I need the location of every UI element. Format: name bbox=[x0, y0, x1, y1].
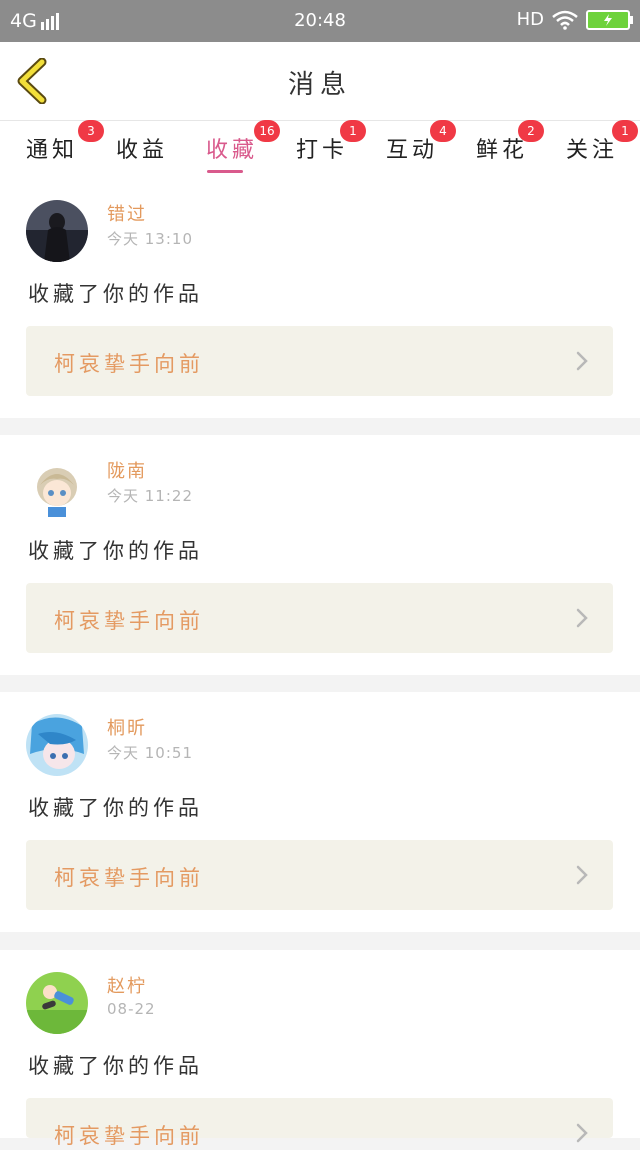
avatar[interactable] bbox=[26, 457, 88, 519]
tab-badge: 2 bbox=[518, 120, 544, 142]
user-name[interactable]: 桐昕 bbox=[107, 714, 147, 740]
tab-notifications[interactable]: 通知 3 bbox=[26, 120, 104, 168]
message-card: 赵柠 08-22 收藏了你的作品 柯哀挚手向前 bbox=[0, 950, 640, 1148]
tab-label: 收藏 bbox=[206, 138, 259, 163]
message-text: 收藏了你的作品 bbox=[28, 1054, 203, 1078]
timestamp: 今天 10:51 bbox=[107, 744, 193, 762]
avatar[interactable] bbox=[26, 200, 88, 262]
tab-badge: 3 bbox=[78, 120, 104, 142]
avatar[interactable] bbox=[26, 714, 88, 776]
tab-interactions[interactable]: 互动 4 bbox=[386, 120, 456, 168]
work-title: 柯哀挚手向前 bbox=[54, 352, 204, 376]
page-title: 消息 bbox=[287, 70, 352, 100]
work-link[interactable]: 柯哀挚手向前 bbox=[26, 583, 613, 653]
work-link[interactable]: 柯哀挚手向前 bbox=[26, 840, 613, 910]
work-link[interactable]: 柯哀挚手向前 bbox=[26, 326, 613, 396]
tab-badge: 1 bbox=[612, 120, 638, 142]
tab-earnings[interactable]: 收益 bbox=[116, 128, 168, 168]
user-name[interactable]: 赵柠 bbox=[107, 972, 147, 998]
tab-label: 关注 bbox=[566, 138, 619, 163]
user-avatar-image bbox=[26, 200, 88, 262]
tab-flowers[interactable]: 鲜花 2 bbox=[476, 120, 544, 168]
user-avatar-image bbox=[26, 457, 88, 519]
user-avatar-image bbox=[26, 972, 88, 1034]
message-card: 桐昕 今天 10:51 收藏了你的作品 柯哀挚手向前 bbox=[0, 692, 640, 932]
tab-bar: 通知 3 收益 收藏 16 打卡 1 互动 4 鲜花 2 关注 1 bbox=[0, 120, 640, 178]
charging-bolt-icon bbox=[604, 13, 612, 26]
work-title: 柯哀挚手向前 bbox=[54, 1124, 204, 1148]
work-title: 柯哀挚手向前 bbox=[54, 866, 204, 890]
tab-following[interactable]: 关注 1 bbox=[566, 120, 638, 168]
tab-favorites[interactable]: 收藏 16 bbox=[206, 120, 280, 173]
message-card: 错过 今天 13:10 收藏了你的作品 柯哀挚手向前 bbox=[0, 178, 640, 418]
message-card: 陇南 今天 11:22 收藏了你的作品 柯哀挚手向前 bbox=[0, 435, 640, 675]
status-icons: HD bbox=[516, 9, 633, 30]
chevron-right-icon bbox=[576, 351, 588, 371]
user-name[interactable]: 错过 bbox=[107, 200, 147, 226]
avatar[interactable] bbox=[26, 972, 88, 1034]
chevron-right-icon bbox=[576, 865, 588, 885]
work-title: 柯哀挚手向前 bbox=[54, 609, 204, 633]
wifi-icon bbox=[552, 10, 578, 30]
timestamp: 08-22 bbox=[107, 1000, 156, 1018]
message-text: 收藏了你的作品 bbox=[28, 282, 203, 306]
message-text: 收藏了你的作品 bbox=[28, 539, 203, 563]
hd-indicator: HD bbox=[516, 9, 544, 30]
chevron-right-icon bbox=[576, 608, 588, 628]
user-name[interactable]: 陇南 bbox=[107, 457, 147, 483]
app-header: 消息 bbox=[0, 42, 640, 121]
tab-label: 收益 bbox=[116, 138, 169, 163]
tab-badge: 16 bbox=[254, 120, 280, 142]
battery-icon bbox=[586, 9, 633, 30]
status-bar: 4G 20:48 HD bbox=[0, 0, 640, 42]
user-avatar-image bbox=[26, 714, 88, 776]
message-text: 收藏了你的作品 bbox=[28, 796, 203, 820]
work-link[interactable]: 柯哀挚手向前 bbox=[26, 1098, 613, 1148]
tab-badge: 4 bbox=[430, 120, 456, 142]
timestamp: 今天 11:22 bbox=[107, 487, 193, 505]
timestamp: 今天 13:10 bbox=[107, 230, 193, 248]
active-tab-indicator bbox=[207, 170, 243, 173]
tab-checkin[interactable]: 打卡 1 bbox=[296, 120, 366, 168]
tab-label: 通知 bbox=[26, 138, 79, 163]
chevron-right-icon bbox=[576, 1123, 588, 1143]
tab-badge: 1 bbox=[340, 120, 366, 142]
